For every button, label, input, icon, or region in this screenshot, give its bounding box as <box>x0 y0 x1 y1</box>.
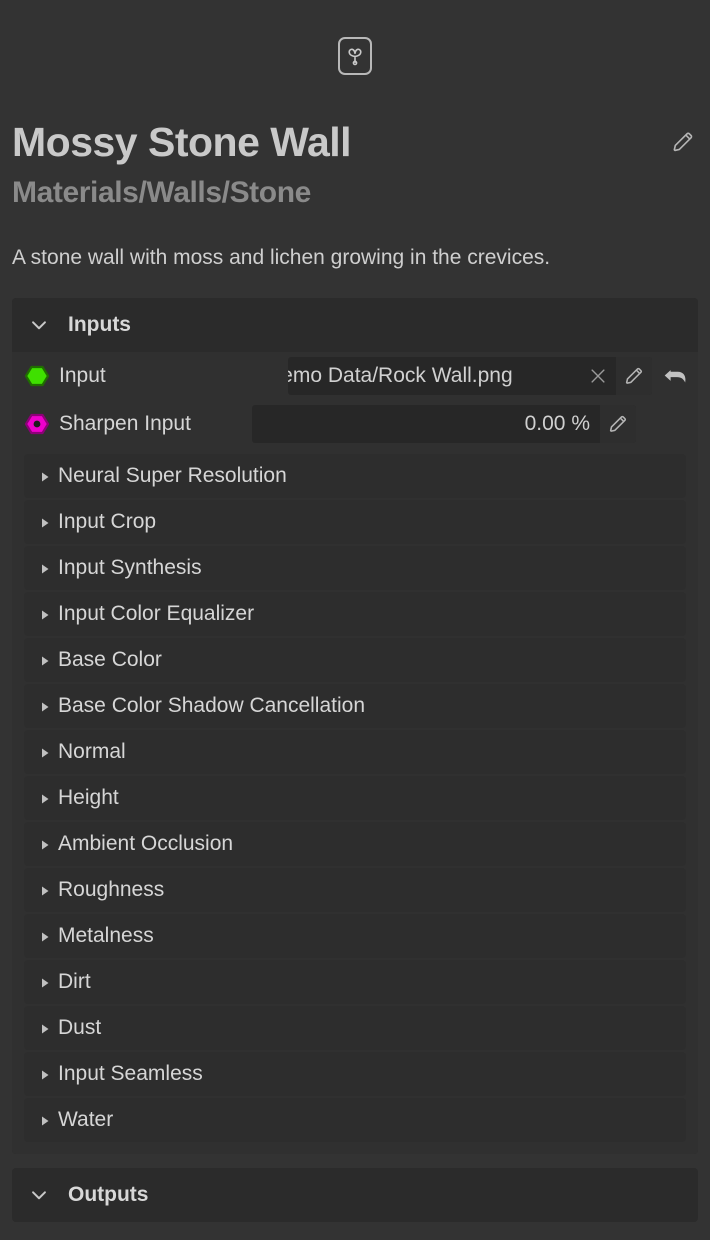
caret-right-icon[interactable] <box>40 884 50 896</box>
group-row-label: Water <box>58 1107 114 1131</box>
section-inputs-header[interactable]: Inputs <box>12 297 698 352</box>
caret-right-icon[interactable] <box>40 792 50 804</box>
section-outputs: Outputs <box>12 1167 698 1222</box>
close-icon[interactable] <box>580 357 616 395</box>
caret-right-icon[interactable] <box>40 516 50 528</box>
caret-right-icon[interactable] <box>40 700 50 712</box>
group-row-dirt[interactable]: Dirt <box>24 959 686 1004</box>
group-row-label: Input Synthesis <box>58 555 202 579</box>
group-row-label: Height <box>58 785 119 809</box>
section-inputs-body: Input Demo Data/Rock Wall.png Sharpen In… <box>12 351 698 1154</box>
caret-right-icon[interactable] <box>40 654 50 666</box>
sharpen-input-field[interactable]: 0.00 % <box>252 404 636 443</box>
app-logo-container <box>0 0 710 112</box>
instamat-logo-icon <box>338 37 372 75</box>
pencil-icon[interactable] <box>670 129 696 155</box>
section-outputs-title: Outputs <box>68 1182 149 1206</box>
caret-right-icon[interactable] <box>40 1022 50 1034</box>
chevron-down-icon[interactable] <box>26 1182 52 1208</box>
group-row-label: Input Crop <box>58 509 157 533</box>
group-row-water[interactable]: Water <box>24 1097 686 1142</box>
group-row-ambient-occlusion[interactable]: Ambient Occlusion <box>24 821 686 866</box>
group-row-normal[interactable]: Normal <box>24 729 686 774</box>
group-row-label: Base Color <box>58 647 162 671</box>
input-path-field[interactable]: Demo Data/Rock Wall.png <box>288 356 652 395</box>
group-row-label: Dirt <box>58 969 91 993</box>
numeric-value-input[interactable]: 0.00 % <box>252 405 600 443</box>
caret-right-icon[interactable] <box>40 1114 50 1126</box>
section-outputs-header[interactable]: Outputs <box>12 1167 698 1222</box>
group-row-input-crop[interactable]: Input Crop <box>24 499 686 544</box>
property-label: Sharpen Input <box>59 411 191 435</box>
section-inputs-title: Inputs <box>68 312 131 336</box>
page-description: A stone wall with moss and lichen growin… <box>12 245 551 269</box>
group-row-label: Metalness <box>58 923 154 947</box>
caret-right-icon[interactable] <box>40 976 50 988</box>
caret-right-icon[interactable] <box>40 930 50 942</box>
page-title-row: Mossy Stone Wall <box>0 112 710 172</box>
pencil-icon[interactable] <box>600 404 636 443</box>
group-row-neural-super-resolution[interactable]: Neural Super Resolution <box>24 453 686 498</box>
pencil-icon[interactable] <box>616 356 652 395</box>
group-row-height[interactable]: Height <box>24 775 686 820</box>
group-row-label: Neural Super Resolution <box>58 463 287 487</box>
path-value-text: Demo Data/Rock Wall.png <box>288 363 513 387</box>
caret-right-icon[interactable] <box>40 838 50 850</box>
group-row-input-synthesis[interactable]: Input Synthesis <box>24 545 686 590</box>
hexagon-magenta-icon[interactable] <box>24 413 50 435</box>
chevron-down-icon[interactable] <box>26 312 52 338</box>
caret-right-icon[interactable] <box>40 562 50 574</box>
section-inputs: Inputs Input Demo Data/Rock Wall.png Sha… <box>12 297 698 1154</box>
group-row-label: Input Color Equalizer <box>58 601 255 625</box>
property-label: Input <box>59 363 106 387</box>
group-row-label: Ambient Occlusion <box>58 831 234 855</box>
group-row-label: Base Color Shadow Cancellation <box>58 693 366 717</box>
page-title: Mossy Stone Wall <box>12 118 352 165</box>
group-row-base-color-shadow-cancellation[interactable]: Base Color Shadow Cancellation <box>24 683 686 728</box>
collapsed-group-list: Neural Super Resolution Input Crop Input… <box>12 453 698 1142</box>
property-row-sharpen-input: Sharpen Input 0.00 % <box>12 400 698 448</box>
group-row-label: Dust <box>58 1015 102 1039</box>
property-row-input: Input Demo Data/Rock Wall.png <box>12 352 698 400</box>
hexagon-green-icon[interactable] <box>24 365 50 387</box>
caret-right-icon[interactable] <box>40 1068 50 1080</box>
breadcrumb: Materials/Walls/Stone <box>12 176 311 209</box>
group-row-label: Roughness <box>58 877 165 901</box>
caret-right-icon[interactable] <box>40 608 50 620</box>
group-row-metalness[interactable]: Metalness <box>24 913 686 958</box>
caret-right-icon[interactable] <box>40 746 50 758</box>
group-row-input-color-equalizer[interactable]: Input Color Equalizer <box>24 591 686 636</box>
group-row-base-color[interactable]: Base Color <box>24 637 686 682</box>
group-row-label: Normal <box>58 739 126 763</box>
path-value-input[interactable]: Demo Data/Rock Wall.png <box>288 357 580 395</box>
numeric-value-text: 0.00 % <box>524 411 590 435</box>
group-row-roughness[interactable]: Roughness <box>24 867 686 912</box>
undo-icon[interactable] <box>654 352 698 400</box>
group-row-input-seamless[interactable]: Input Seamless <box>24 1051 686 1096</box>
group-row-label: Input Seamless <box>58 1061 203 1085</box>
caret-right-icon[interactable] <box>40 470 50 482</box>
group-row-dust[interactable]: Dust <box>24 1005 686 1050</box>
